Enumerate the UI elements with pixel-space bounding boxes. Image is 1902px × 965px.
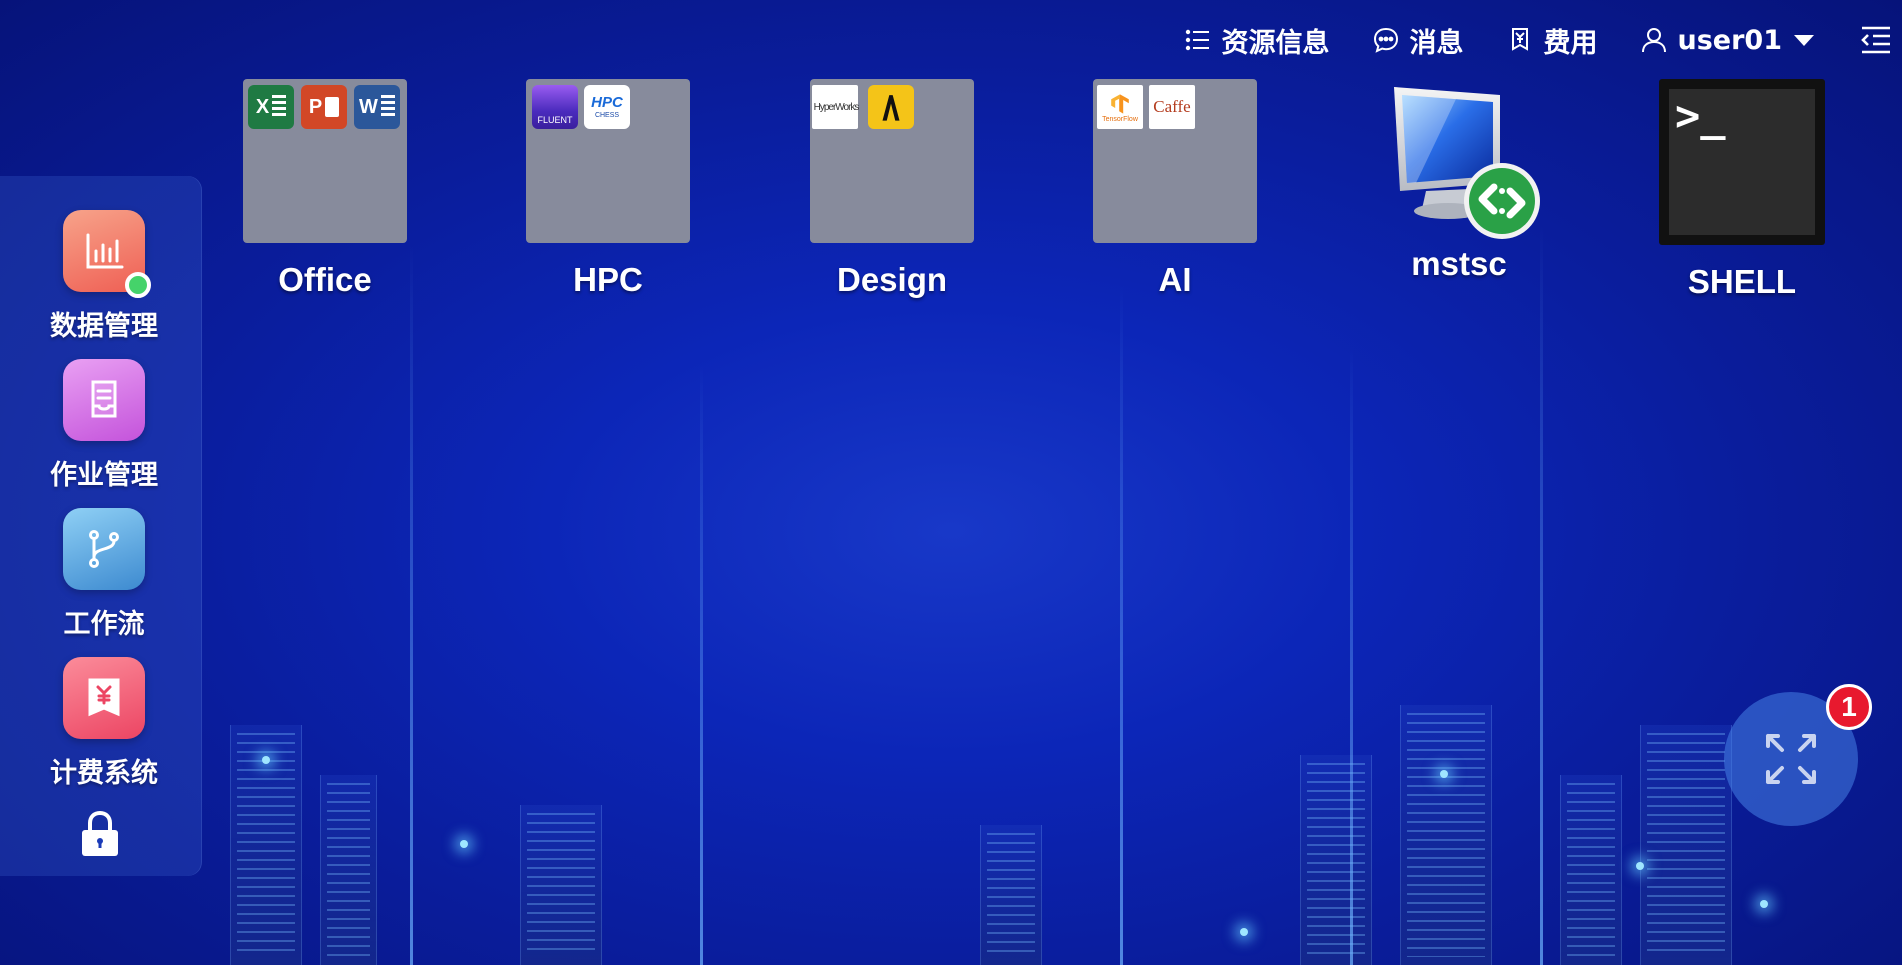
app-label: HPC (573, 261, 643, 298)
caffe-icon: Caffe (1149, 85, 1195, 129)
messages-button[interactable]: 消息 (1372, 21, 1464, 60)
fullscreen-toggle-button[interactable]: 1 (1724, 684, 1872, 826)
dock-item-job-management[interactable]: 作业管理 (0, 359, 208, 492)
app-label: Office (278, 261, 372, 298)
resource-info-label: 资源信息 (1221, 27, 1330, 59)
dock-item-data-management[interactable]: 数据管理 (0, 210, 208, 343)
powerpoint-icon: P (301, 85, 347, 129)
caffe-text: Caffe (1153, 97, 1191, 116)
chess-text: CHESS (594, 112, 620, 119)
app-mstsc[interactable]: mstsc (1376, 79, 1542, 283)
top-bar: 资源信息 消息 费用 user01 (1142, 18, 1895, 62)
online-status-dot (125, 272, 151, 298)
messages-label: 消息 (1409, 27, 1464, 59)
app-shell[interactable]: >_ SHELL (1659, 79, 1825, 301)
app-folder-tile: X P W (243, 79, 407, 243)
notification-badge: 1 (1826, 684, 1872, 730)
bar-chart-icon (63, 210, 151, 298)
branch-icon (63, 508, 145, 590)
chat-bubble-icon (1373, 27, 1398, 53)
app-hpc[interactable]: FLUENT HPC CHESS HPC (525, 79, 691, 299)
menu-collapse-icon[interactable] (1858, 22, 1894, 58)
hpc-text: HPC (591, 94, 623, 111)
adams-icon (868, 85, 914, 129)
user-menu[interactable]: user01 (1640, 24, 1814, 56)
lock-icon[interactable] (80, 810, 120, 858)
yen-tag-icon (1511, 28, 1528, 51)
dock-item-label: 数据管理 (50, 311, 158, 342)
resource-info-button[interactable]: 资源信息 (1184, 21, 1330, 60)
app-label: mstsc (1411, 245, 1507, 282)
excel-icon: X (248, 85, 294, 129)
app-folder-tile: FLUENT HPC CHESS (526, 79, 690, 243)
hpc-chess-icon: HPC CHESS (584, 85, 630, 129)
yen-receipt-icon (63, 657, 145, 739)
fluent-icon: FLUENT (532, 85, 578, 129)
terminal-prompt: >_ (1675, 91, 1726, 140)
dock-item-label: 作业管理 (50, 460, 158, 491)
username: user01 (1677, 24, 1783, 56)
dock-item-workflow[interactable]: 工作流 (0, 508, 208, 641)
dock-item-billing-system[interactable]: 计费系统 (0, 657, 208, 790)
terminal-icon: >_ (1659, 79, 1825, 245)
chevron-down-icon (1794, 34, 1814, 46)
app-folder-tile: TensorFlow Caffe (1093, 79, 1257, 243)
app-label: Design (836, 261, 948, 298)
app-label: SHELL (1687, 263, 1797, 300)
user-icon (1641, 28, 1666, 53)
expand-arrows-icon (1766, 734, 1816, 784)
document-tray-icon (63, 359, 145, 441)
billing-label: 费用 (1543, 27, 1598, 59)
word-icon: W (354, 85, 400, 129)
list-icon (1185, 29, 1209, 51)
app-label: AI (1158, 261, 1192, 298)
hyperworks-text: HyperWorks (813, 101, 860, 113)
tensorflow-icon: TensorFlow (1097, 85, 1143, 129)
fluent-text: FLUENT (537, 115, 573, 125)
dock-item-label: 计费系统 (50, 758, 158, 789)
dock-item-label: 工作流 (63, 609, 145, 640)
app-office[interactable]: X P W Office (242, 79, 408, 299)
remote-desktop-icon (1394, 87, 1540, 239)
app-folder-tile: HyperWorks (810, 79, 974, 243)
hyperworks-icon: HyperWorks (812, 85, 860, 129)
app-ai[interactable]: TensorFlow Caffe AI (1092, 79, 1258, 299)
billing-button[interactable]: 费用 (1506, 21, 1598, 60)
app-design[interactable]: HyperWorks Design (809, 79, 975, 299)
tensorflow-text: TensorFlow (1102, 115, 1138, 123)
